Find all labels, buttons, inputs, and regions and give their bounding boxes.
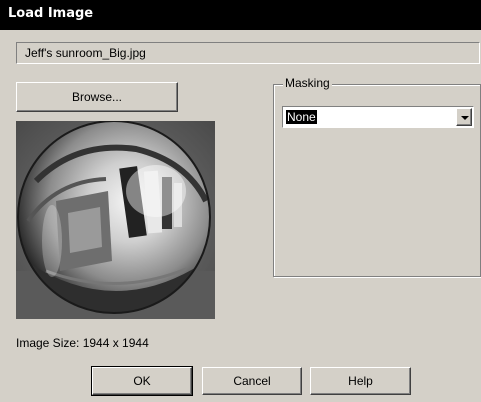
image-size-label: Image Size: 1944 x 1944 <box>16 336 149 350</box>
image-preview <box>16 121 215 319</box>
title-bar[interactable]: Load Image <box>0 0 481 30</box>
chevron-down-icon <box>461 116 469 120</box>
file-path-field: Jeff's sunroom_Big.jpg <box>16 42 480 64</box>
dropdown-arrow-button[interactable] <box>456 108 472 126</box>
browse-button[interactable]: Browse... <box>16 82 178 112</box>
file-path-text: Jeff's sunroom_Big.jpg <box>25 46 146 60</box>
masking-select[interactable]: None <box>282 106 474 128</box>
window-title: Load Image <box>8 6 94 21</box>
masking-selected-value: None <box>286 110 317 124</box>
ok-button[interactable]: OK <box>91 366 193 396</box>
cancel-button[interactable]: Cancel <box>202 367 302 395</box>
help-button[interactable]: Help <box>310 367 411 395</box>
masking-label: Masking <box>283 76 332 90</box>
mirror-ball-preview-image <box>16 121 215 319</box>
